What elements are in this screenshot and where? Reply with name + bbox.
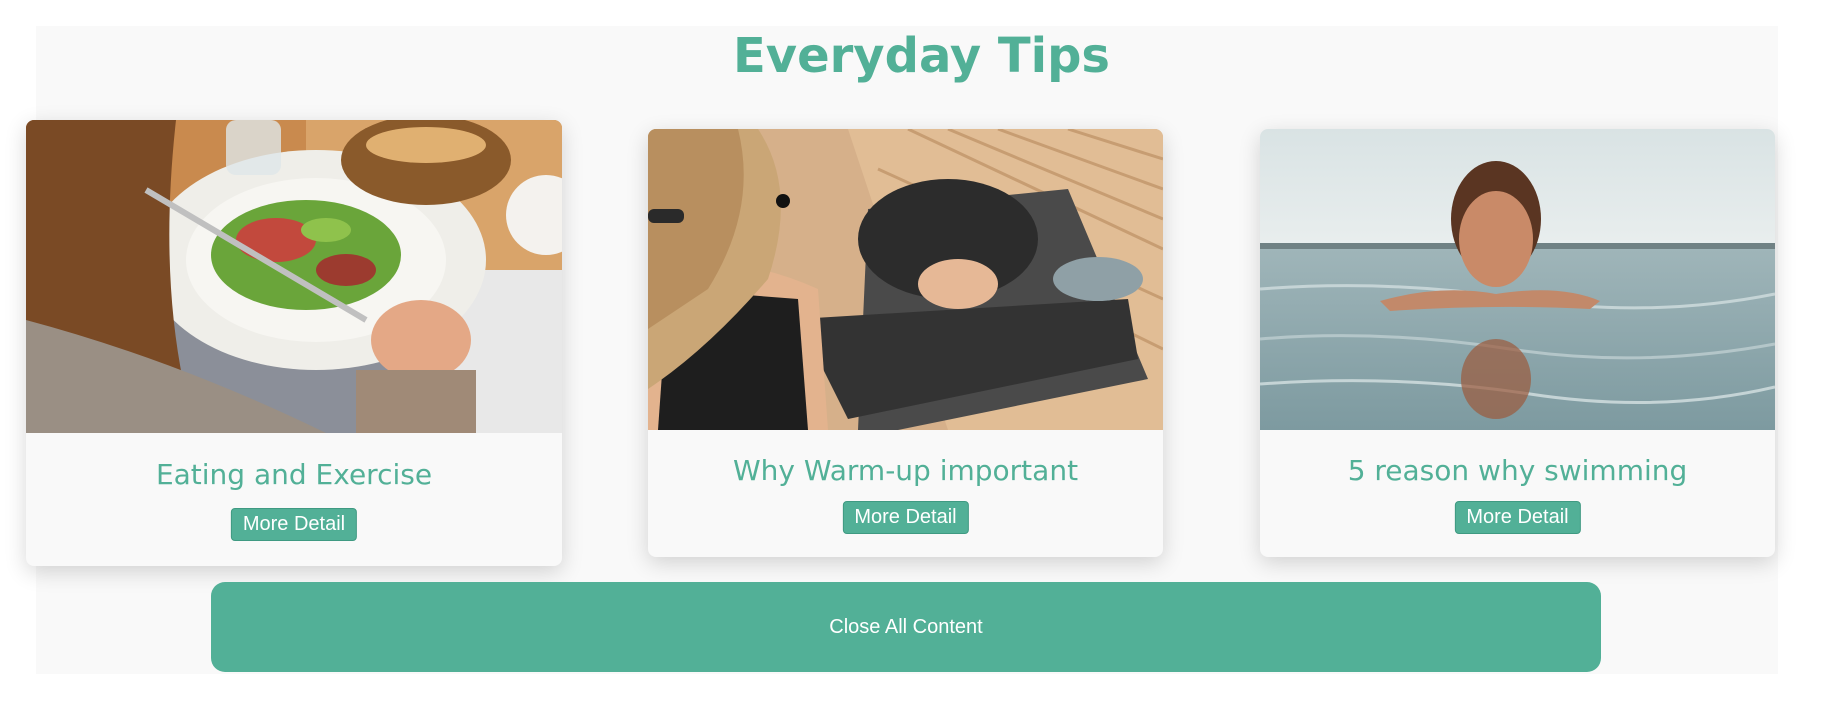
woman-swimming-photo: [1260, 129, 1775, 430]
card-title: 5 reason why swimming: [1347, 454, 1688, 487]
salad-eating-photo: [26, 120, 562, 433]
card-title: Why Warm-up important: [732, 454, 1079, 487]
card-title: Eating and Exercise: [155, 458, 433, 491]
more-detail-button[interactable]: More Detail: [842, 501, 969, 534]
close-all-content-button[interactable]: Close All Content: [211, 582, 1601, 672]
tip-card-warmup: Why Warm-up important More Detail: [648, 129, 1163, 557]
more-detail-button[interactable]: More Detail: [230, 508, 358, 541]
tip-card-swimming: 5 reason why swimming More Detail: [1260, 129, 1775, 557]
stretching-workout-photo: [648, 129, 1163, 430]
more-detail-button[interactable]: More Detail: [1454, 501, 1581, 534]
tip-card-eating: Eating and Exercise More Detail: [26, 120, 562, 566]
page-title: Everyday Tips: [733, 28, 1110, 84]
